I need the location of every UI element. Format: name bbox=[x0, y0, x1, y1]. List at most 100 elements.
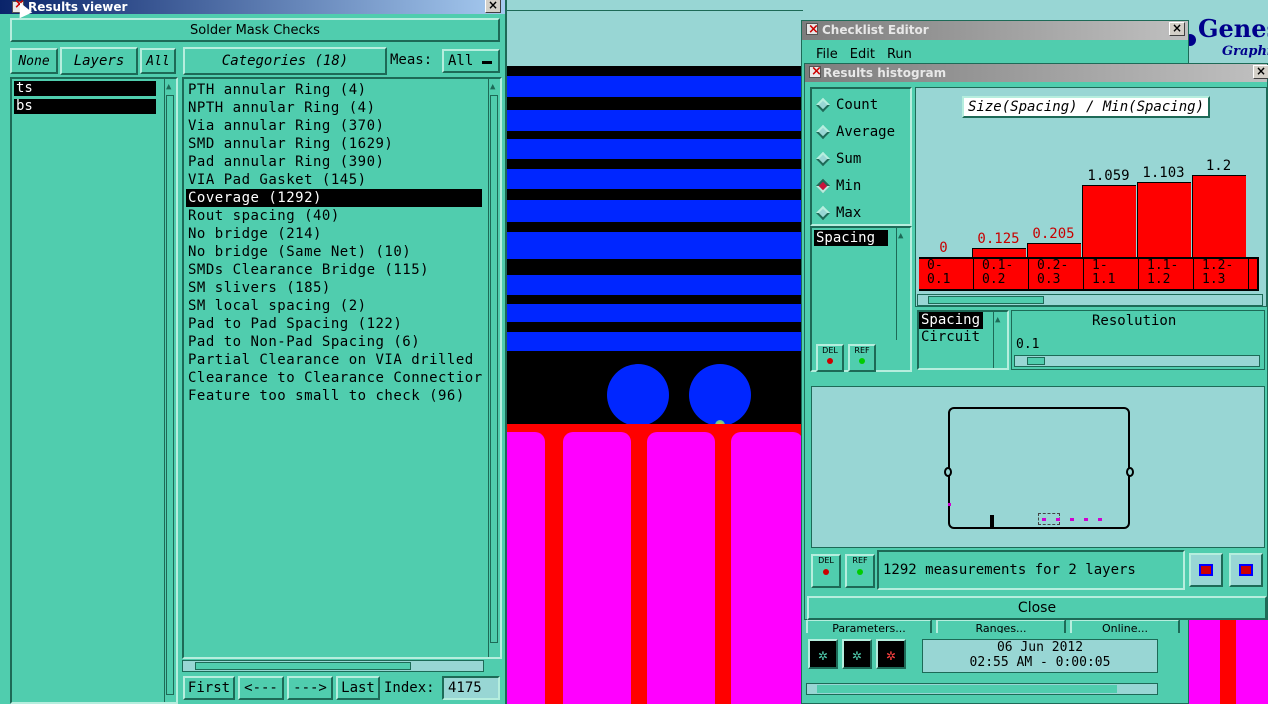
categories-scrollbar[interactable] bbox=[488, 79, 500, 657]
close-button[interactable]: Close bbox=[807, 596, 1267, 620]
export-icon[interactable] bbox=[1189, 553, 1223, 587]
histogram-bar[interactable] bbox=[1082, 185, 1136, 257]
menu-run[interactable]: Run bbox=[887, 47, 912, 62]
menu-edit[interactable]: Edit bbox=[850, 47, 875, 62]
categories-list[interactable]: PTH annular Ring (4) NPTH annular Ring (4… bbox=[182, 77, 502, 659]
histogram-bar[interactable] bbox=[1137, 182, 1191, 257]
layers-button[interactable]: Layers bbox=[60, 47, 138, 75]
layer-item[interactable]: ts bbox=[14, 81, 156, 96]
category-item[interactable]: Pad to Non-Pad Spacing (6) bbox=[186, 333, 482, 351]
category-item[interactable]: PTH annular Ring (4) bbox=[186, 81, 482, 99]
run-all-icon[interactable]: ✲ bbox=[842, 639, 872, 669]
histogram-titlebar[interactable]: Results histogram × bbox=[805, 63, 1268, 82]
board-outline bbox=[948, 407, 1130, 529]
last-button[interactable]: Last bbox=[336, 676, 380, 700]
category-item[interactable]: Coverage (1292) bbox=[186, 189, 482, 207]
run-icon[interactable]: ✲ bbox=[808, 639, 838, 669]
category-item[interactable]: Rout spacing (40) bbox=[186, 207, 482, 225]
next-button[interactable]: ---> bbox=[287, 676, 333, 700]
results-viewer-titlebar[interactable]: Results viewer × bbox=[0, 0, 505, 14]
resolution-slider[interactable] bbox=[1014, 355, 1260, 367]
categories-hscroll[interactable] bbox=[182, 660, 484, 672]
radio-sum[interactable]: Sum bbox=[812, 145, 910, 172]
layer-item[interactable]: bs bbox=[14, 99, 156, 114]
status-text: 1292 measurements for 2 layers bbox=[877, 550, 1185, 590]
res-item-spacing[interactable]: Spacing bbox=[919, 312, 983, 329]
category-item[interactable]: No bridge (214) bbox=[186, 225, 482, 243]
radio-average[interactable]: Average bbox=[812, 118, 910, 145]
chart-hscroll[interactable] bbox=[917, 294, 1263, 306]
results-viewer-window[interactable]: Results viewer × Solder Mask Checks None… bbox=[0, 0, 507, 704]
res-scrollbar[interactable] bbox=[993, 312, 1005, 368]
category-item[interactable]: Feature too small to check (96) bbox=[186, 387, 482, 405]
checklist-editor-titlebar[interactable]: Checklist Editor × bbox=[802, 20, 1188, 40]
histogram-bin-label[interactable]: 1.2- 1.3 bbox=[1194, 259, 1249, 289]
category-item[interactable]: VIA Pad Gasket (145) bbox=[186, 171, 482, 189]
checklist-hscroll[interactable] bbox=[806, 683, 1158, 695]
bar-value-label: 0 bbox=[939, 240, 948, 256]
category-item[interactable]: SMDs Clearance Bridge (115) bbox=[186, 261, 482, 279]
layers-list[interactable]: ts bs bbox=[10, 77, 178, 704]
categories-button[interactable]: Categories (18) bbox=[183, 47, 387, 75]
index-input[interactable]: 4175 bbox=[442, 676, 500, 700]
menu-file[interactable]: File bbox=[816, 47, 838, 62]
histogram-bin-label[interactable]: 0.2- 0.3 bbox=[1029, 259, 1084, 289]
board-preview[interactable] bbox=[811, 386, 1265, 548]
ref-button[interactable]: REF bbox=[845, 554, 875, 588]
histogram-bar[interactable] bbox=[972, 248, 1026, 257]
category-item[interactable]: Clearance to Clearance Connectior bbox=[186, 369, 482, 387]
del-button[interactable]: DEL bbox=[816, 344, 844, 372]
measure-scrollbar[interactable] bbox=[896, 228, 908, 340]
all-button[interactable]: All bbox=[140, 48, 176, 74]
layers-scrollbar[interactable] bbox=[164, 79, 176, 702]
ref-button[interactable]: REF bbox=[848, 344, 876, 372]
category-item[interactable]: Pad annular Ring (390) bbox=[186, 153, 482, 171]
category-item[interactable]: Via annular Ring (370) bbox=[186, 117, 482, 135]
bar-value-label: 1.2 bbox=[1205, 158, 1232, 174]
close-icon[interactable]: × bbox=[485, 0, 501, 13]
scroll-up-icon[interactable] bbox=[490, 77, 495, 93]
resolution-value: 0.1 bbox=[1016, 337, 1040, 352]
category-item[interactable]: NPTH annular Ring (4) bbox=[186, 99, 482, 117]
board-notch bbox=[1126, 467, 1134, 477]
close-icon[interactable]: × bbox=[1169, 22, 1185, 36]
solder-mask-checks-header[interactable]: Solder Mask Checks bbox=[10, 18, 500, 42]
tab-parameters[interactable]: Parameters... bbox=[806, 619, 932, 633]
prev-button[interactable]: <--- bbox=[238, 676, 284, 700]
histogram-window[interactable]: Results histogram × Count Average Sum Mi… bbox=[804, 63, 1268, 620]
category-item[interactable]: SM slivers (185) bbox=[186, 279, 482, 297]
category-item[interactable]: Pad to Pad Spacing (122) bbox=[186, 315, 482, 333]
histogram-bar[interactable] bbox=[1027, 243, 1081, 257]
histogram-bin-label[interactable]: 1.1- 1.2 bbox=[1139, 259, 1194, 289]
radio-max[interactable]: Max bbox=[812, 199, 910, 226]
measure-list[interactable]: Spacing DEL REF bbox=[810, 226, 912, 372]
radio-count[interactable]: Count bbox=[812, 91, 910, 118]
category-item[interactable]: SM local spacing (2) bbox=[186, 297, 482, 315]
histogram-bin-label[interactable]: 0.1- 0.2 bbox=[974, 259, 1029, 289]
close-icon[interactable]: × bbox=[1253, 65, 1268, 79]
category-item[interactable]: Partial Clearance on VIA drilled bbox=[186, 351, 482, 369]
res-list[interactable]: Spacing Circuit bbox=[917, 310, 1009, 370]
tab-ranges[interactable]: Ranges... bbox=[936, 619, 1066, 633]
bar-value-label: 0.205 bbox=[1032, 226, 1075, 242]
meas-dropdown[interactable]: All bbox=[442, 49, 500, 73]
scroll-up-icon[interactable] bbox=[995, 310, 1000, 326]
histogram-bin-label[interactable]: 0- 0.1 bbox=[919, 259, 974, 289]
first-button[interactable]: First bbox=[183, 676, 235, 700]
tab-online[interactable]: Online... bbox=[1070, 619, 1180, 633]
category-item[interactable]: No bridge (Same Net) (10) bbox=[186, 243, 482, 261]
measure-item[interactable]: Spacing bbox=[814, 230, 888, 246]
del-button[interactable]: DEL bbox=[811, 554, 841, 588]
stop-icon[interactable]: ✲ bbox=[876, 639, 906, 669]
scroll-up-icon[interactable] bbox=[898, 226, 903, 242]
window-icon bbox=[809, 63, 822, 81]
category-item[interactable]: SMD annular Ring (1629) bbox=[186, 135, 482, 153]
cad-canvas[interactable] bbox=[507, 0, 803, 704]
histogram-bar[interactable] bbox=[1192, 175, 1246, 257]
none-button[interactable]: None bbox=[10, 48, 58, 74]
export-alt-icon[interactable] bbox=[1229, 553, 1263, 587]
radio-min[interactable]: Min bbox=[812, 172, 910, 199]
scroll-up-icon[interactable] bbox=[166, 77, 171, 93]
bar-value-label: 1.059 bbox=[1087, 168, 1130, 184]
histogram-bin-label[interactable]: 1- 1.1 bbox=[1084, 259, 1139, 289]
